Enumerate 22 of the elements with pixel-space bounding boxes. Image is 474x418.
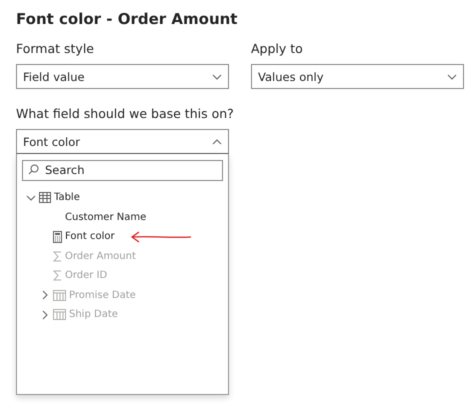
field-label: Apply to [251, 41, 304, 56]
sigma-icon [53, 250, 62, 262]
field-item[interactable]: Customer Name [65, 212, 146, 223]
table-icon [39, 192, 51, 204]
dropdown[interactable]: Field value [16, 64, 229, 89]
search-field[interactable]: Search [22, 160, 223, 180]
field-label: What field should we base this on? [16, 106, 235, 121]
dialog-title: Font color - Order Amount [16, 10, 238, 28]
dropdown[interactable]: Values only [251, 64, 464, 89]
chevron-icon [447, 74, 457, 80]
sigma-icon [53, 270, 62, 282]
dropdown[interactable]: Font color [16, 129, 229, 154]
search-icon [28, 164, 39, 175]
calendar-icon [53, 309, 66, 320]
chevron-icon[interactable] [26, 192, 36, 203]
field-item[interactable]: Font color [65, 231, 115, 242]
calculator-icon [53, 230, 62, 243]
field-label: Format style [16, 41, 95, 56]
chevron-icon [212, 138, 222, 144]
field-item[interactable]: Table [54, 192, 80, 204]
calendar-icon [53, 290, 66, 301]
chevron-icon [212, 74, 222, 80]
